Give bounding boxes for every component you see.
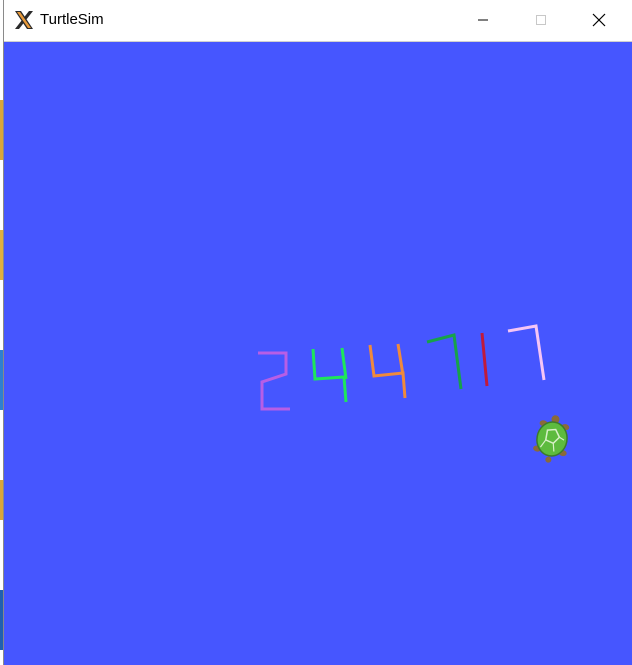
maximize-icon bbox=[536, 15, 546, 25]
canvas-background bbox=[4, 42, 632, 665]
x-logo-icon bbox=[15, 11, 33, 29]
title-bar[interactable]: TurtleSim bbox=[4, 0, 632, 40]
close-icon bbox=[592, 13, 606, 27]
close-button[interactable] bbox=[576, 0, 622, 40]
turtle-canvas[interactable] bbox=[4, 41, 632, 665]
maximize-button[interactable] bbox=[518, 0, 564, 40]
turtlesim-window: TurtleSim bbox=[3, 0, 632, 665]
minimize-button[interactable] bbox=[460, 0, 506, 40]
drawing-surface bbox=[4, 42, 632, 665]
minimize-icon bbox=[478, 19, 488, 21]
window-title: TurtleSim bbox=[40, 11, 104, 28]
